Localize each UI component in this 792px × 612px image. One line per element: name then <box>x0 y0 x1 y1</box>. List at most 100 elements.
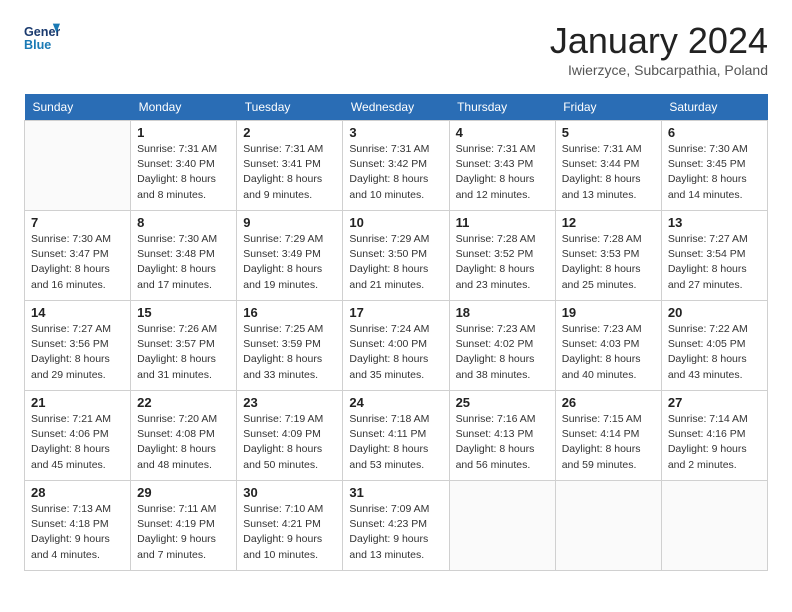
day-info: Sunrise: 7:30 AMSunset: 3:45 PMDaylight:… <box>668 142 761 203</box>
day-info: Sunrise: 7:23 AMSunset: 4:02 PMDaylight:… <box>456 322 549 383</box>
calendar-week-row: 1 Sunrise: 7:31 AMSunset: 3:40 PMDaylight… <box>25 121 768 211</box>
day-info: Sunrise: 7:15 AMSunset: 4:14 PMDaylight:… <box>562 412 655 473</box>
weekday-header-row: SundayMondayTuesdayWednesdayThursdayFrid… <box>25 94 768 121</box>
logo: General Blue <box>24 20 60 56</box>
day-number: 18 <box>456 305 549 320</box>
calendar-cell <box>661 481 767 571</box>
page-header: General Blue January 2024 Iwierzyce, Sub… <box>24 20 768 78</box>
day-number: 8 <box>137 215 230 230</box>
calendar-cell: 2Sunrise: 7:31 AMSunset: 3:41 PMDaylight… <box>237 121 343 211</box>
day-number: 7 <box>31 215 124 230</box>
calendar-cell: 20 Sunrise: 7:22 AMSunset: 4:05 PMDayligh… <box>661 301 767 391</box>
day-number: 14 <box>31 305 124 320</box>
calendar-cell: 29 Sunrise: 7:11 AMSunset: 4:19 PMDayligh… <box>131 481 237 571</box>
calendar-cell: 22Sunrise: 7:20 AMSunset: 4:08 PMDayligh… <box>131 391 237 481</box>
calendar-cell: 18 Sunrise: 7:23 AMSunset: 4:02 PMDayligh… <box>449 301 555 391</box>
calendar-week-row: 7 Sunrise: 7:30 AMSunset: 3:47 PMDaylight… <box>25 211 768 301</box>
day-number: 12 <box>562 215 655 230</box>
day-number: 28 <box>31 485 124 500</box>
weekday-header-cell: Tuesday <box>237 94 343 121</box>
calendar-cell: 9Sunrise: 7:29 AMSunset: 3:49 PMDaylight… <box>237 211 343 301</box>
day-number: 11 <box>456 215 549 230</box>
calendar-cell: 7 Sunrise: 7:30 AMSunset: 3:47 PMDaylight… <box>25 211 131 301</box>
day-number: 9 <box>243 215 336 230</box>
day-info: Sunrise: 7:09 AMSunset: 4:23 PMDaylight:… <box>349 502 442 563</box>
calendar-cell: 15Sunrise: 7:26 AMSunset: 3:57 PMDayligh… <box>131 301 237 391</box>
day-number: 31 <box>349 485 442 500</box>
day-info: Sunrise: 7:30 AMSunset: 3:47 PMDaylight:… <box>31 232 124 293</box>
day-info: Sunrise: 7:14 AMSunset: 4:16 PMDaylight:… <box>668 412 761 473</box>
day-info: Sunrise: 7:27 AMSunset: 3:54 PMDaylight:… <box>668 232 761 293</box>
day-number: 21 <box>31 395 124 410</box>
calendar-cell: 5 Sunrise: 7:31 AMSunset: 3:44 PMDaylight… <box>555 121 661 211</box>
day-number: 24 <box>349 395 442 410</box>
day-info: Sunrise: 7:16 AMSunset: 4:13 PMDaylight:… <box>456 412 549 473</box>
calendar-cell: 21 Sunrise: 7:21 AMSunset: 4:06 PMDayligh… <box>25 391 131 481</box>
calendar-cell: 30 Sunrise: 7:10 AMSunset: 4:21 PMDayligh… <box>237 481 343 571</box>
day-info: Sunrise: 7:31 AMSunset: 3:44 PMDaylight:… <box>562 142 655 203</box>
calendar-cell: 17Sunrise: 7:24 AMSunset: 4:00 PMDayligh… <box>343 301 449 391</box>
calendar-week-row: 14 Sunrise: 7:27 AMSunset: 3:56 PMDayligh… <box>25 301 768 391</box>
calendar-cell: 28 Sunrise: 7:13 AMSunset: 4:18 PMDayligh… <box>25 481 131 571</box>
calendar-week-row: 28 Sunrise: 7:13 AMSunset: 4:18 PMDayligh… <box>25 481 768 571</box>
calendar-cell: 19Sunrise: 7:23 AMSunset: 4:03 PMDayligh… <box>555 301 661 391</box>
day-number: 16 <box>243 305 336 320</box>
calendar-cell: 24 Sunrise: 7:18 AMSunset: 4:11 PMDayligh… <box>343 391 449 481</box>
calendar-cell: 16Sunrise: 7:25 AMSunset: 3:59 PMDayligh… <box>237 301 343 391</box>
logo-icon: General Blue <box>24 20 60 56</box>
day-number: 1 <box>137 125 230 140</box>
title-block: January 2024 Iwierzyce, Subcarpathia, Po… <box>550 20 768 78</box>
day-info: Sunrise: 7:22 AMSunset: 4:05 PMDaylight:… <box>668 322 761 383</box>
day-number: 13 <box>668 215 761 230</box>
calendar-cell: 11Sunrise: 7:28 AMSunset: 3:52 PMDayligh… <box>449 211 555 301</box>
calendar-cell <box>449 481 555 571</box>
weekday-header-cell: Friday <box>555 94 661 121</box>
location: Iwierzyce, Subcarpathia, Poland <box>550 62 768 78</box>
day-info: Sunrise: 7:31 AMSunset: 3:43 PMDaylight:… <box>456 142 549 203</box>
day-info: Sunrise: 7:11 AMSunset: 4:19 PMDaylight:… <box>137 502 230 563</box>
day-number: 3 <box>349 125 442 140</box>
calendar-cell: 31 Sunrise: 7:09 AMSunset: 4:23 PMDayligh… <box>343 481 449 571</box>
day-info: Sunrise: 7:28 AMSunset: 3:53 PMDaylight:… <box>562 232 655 293</box>
day-number: 22 <box>137 395 230 410</box>
calendar-cell: 10 Sunrise: 7:29 AMSunset: 3:50 PMDayligh… <box>343 211 449 301</box>
day-info: Sunrise: 7:24 AMSunset: 4:00 PMDaylight:… <box>349 322 442 383</box>
calendar-cell: 14 Sunrise: 7:27 AMSunset: 3:56 PMDayligh… <box>25 301 131 391</box>
day-number: 10 <box>349 215 442 230</box>
day-number: 4 <box>456 125 549 140</box>
day-number: 5 <box>562 125 655 140</box>
day-number: 30 <box>243 485 336 500</box>
calendar-cell <box>25 121 131 211</box>
calendar-cell: 4 Sunrise: 7:31 AMSunset: 3:43 PMDaylight… <box>449 121 555 211</box>
day-number: 27 <box>668 395 761 410</box>
weekday-header-cell: Thursday <box>449 94 555 121</box>
day-info: Sunrise: 7:18 AMSunset: 4:11 PMDaylight:… <box>349 412 442 473</box>
day-info: Sunrise: 7:27 AMSunset: 3:56 PMDaylight:… <box>31 322 124 383</box>
day-info: Sunrise: 7:10 AMSunset: 4:21 PMDaylight:… <box>243 502 336 563</box>
day-number: 25 <box>456 395 549 410</box>
weekday-header-cell: Wednesday <box>343 94 449 121</box>
day-info: Sunrise: 7:21 AMSunset: 4:06 PMDaylight:… <box>31 412 124 473</box>
day-info: Sunrise: 7:13 AMSunset: 4:18 PMDaylight:… <box>31 502 124 563</box>
calendar-cell <box>555 481 661 571</box>
day-number: 15 <box>137 305 230 320</box>
calendar-table: SundayMondayTuesdayWednesdayThursdayFrid… <box>24 94 768 571</box>
calendar-cell: 1 Sunrise: 7:31 AMSunset: 3:40 PMDaylight… <box>131 121 237 211</box>
calendar-cell: 13 Sunrise: 7:27 AMSunset: 3:54 PMDayligh… <box>661 211 767 301</box>
calendar-cell: 6Sunrise: 7:30 AMSunset: 3:45 PMDaylight… <box>661 121 767 211</box>
calendar-week-row: 21 Sunrise: 7:21 AMSunset: 4:06 PMDayligh… <box>25 391 768 481</box>
weekday-header-cell: Sunday <box>25 94 131 121</box>
weekday-header-cell: Monday <box>131 94 237 121</box>
day-number: 29 <box>137 485 230 500</box>
day-number: 26 <box>562 395 655 410</box>
day-info: Sunrise: 7:31 AMSunset: 3:42 PMDaylight:… <box>349 142 442 203</box>
calendar-cell: 26 Sunrise: 7:15 AMSunset: 4:14 PMDayligh… <box>555 391 661 481</box>
day-info: Sunrise: 7:29 AMSunset: 3:50 PMDaylight:… <box>349 232 442 293</box>
day-info: Sunrise: 7:31 AMSunset: 3:40 PMDaylight:… <box>137 142 230 203</box>
day-number: 20 <box>668 305 761 320</box>
day-info: Sunrise: 7:30 AMSunset: 3:48 PMDaylight:… <box>137 232 230 293</box>
calendar-cell: 12 Sunrise: 7:28 AMSunset: 3:53 PMDayligh… <box>555 211 661 301</box>
month-title: January 2024 <box>550 20 768 62</box>
calendar-cell: 23Sunrise: 7:19 AMSunset: 4:09 PMDayligh… <box>237 391 343 481</box>
day-number: 23 <box>243 395 336 410</box>
